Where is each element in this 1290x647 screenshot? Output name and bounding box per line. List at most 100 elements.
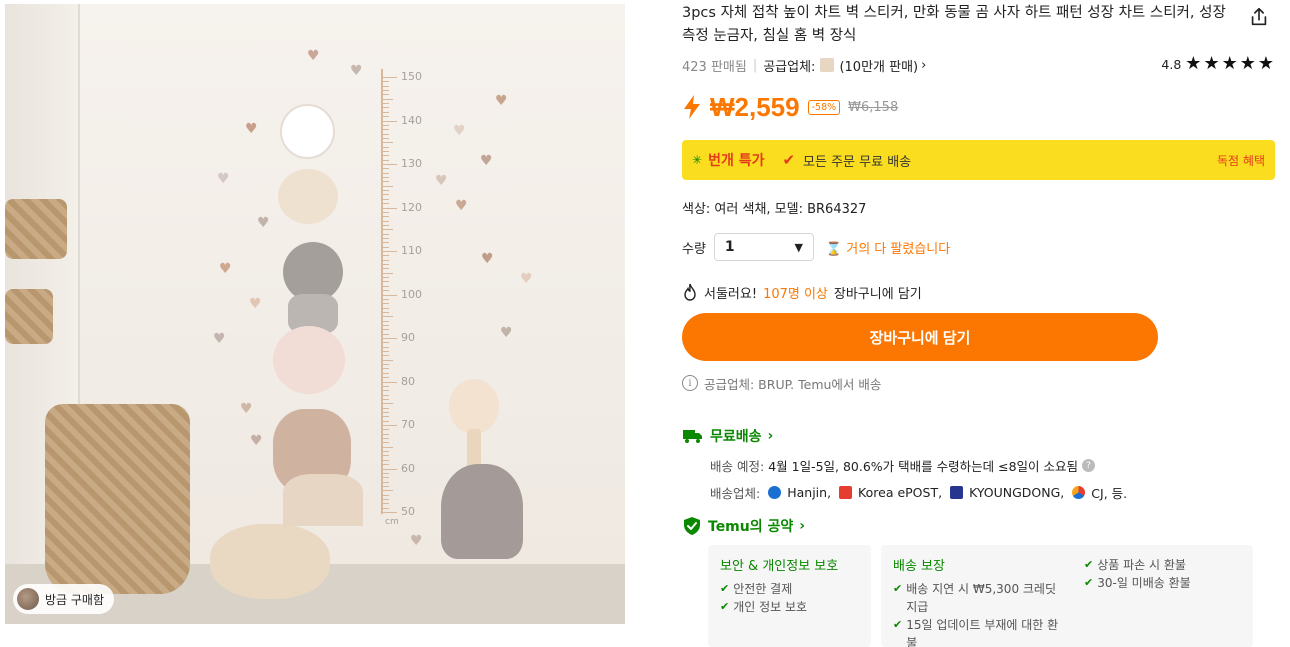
info-icon[interactable]: i (682, 375, 698, 391)
rating-value: 4.8 (1161, 56, 1182, 72)
low-stock-text: 거의 다 팔렸습니다 (846, 241, 951, 257)
help-icon[interactable]: ? (1082, 459, 1096, 472)
carrier-name: KYOUNGDONG, (969, 485, 1065, 500)
recent-purchase-badge[interactable]: 방금 구매함 (13, 584, 115, 614)
flash-sale-banner[interactable]: ✳ 번개 특가 ✔ 모든 주문 무료 배송 독점 혜택 (682, 140, 1275, 180)
ruler-tick (381, 372, 389, 374)
ruler-tick (381, 224, 389, 226)
carriers-label: 배송업체: (710, 486, 761, 501)
ruler-tick (381, 268, 389, 270)
ruler-tick (381, 259, 389, 261)
card-item: ✔ 15일 업데이트 부재에 대한 환불 (893, 616, 1068, 647)
cj-logo-icon (1072, 486, 1086, 499)
basket-illustration (5, 199, 67, 259)
ruler-tick (381, 398, 389, 400)
ruler-tick (381, 133, 389, 135)
check-icon: ✔ (893, 582, 903, 595)
fox-illustration (278, 169, 338, 224)
lightning-icon (684, 95, 700, 119)
card-columns: ✔ 배송 지연 시 ₩5,300 크레딧 지급 ✔ 15일 업데이트 부재에 대한 … (893, 558, 1241, 647)
ruler-tick-label: 50 (401, 505, 415, 518)
ruler-tick (381, 472, 389, 474)
card-column: ✔ 상품 파손 시 환불 ✔ 30-일 미배송 환불 (1084, 556, 1234, 647)
heart-decoration: ♥ (480, 153, 493, 169)
kyoungdong-logo-icon (950, 486, 964, 499)
ruler-tick (381, 103, 389, 105)
supplier-label: 공급업체: (763, 59, 816, 75)
delivery-guarantee-card[interactable]: 배송 보장 ✔ 배송 지연 시 ₩5,300 크레딧 지급 ✔ 15일 업데이트 부… (881, 545, 1253, 647)
heart-decoration: ♥ (250, 433, 263, 449)
temu-promise-heading[interactable]: Temu의 공약 › (682, 515, 805, 537)
supplier-logo-icon[interactable] (820, 58, 835, 72)
ruler-tick (381, 207, 397, 209)
star-icon: ★ (1203, 53, 1220, 74)
ruler-tick (381, 346, 389, 348)
ruler-tick (381, 359, 393, 361)
ruler-tick (381, 285, 389, 287)
supplier-sales-link[interactable]: (10만개 판매) (839, 56, 918, 75)
free-shipping-heading[interactable]: 무료배송 › (682, 425, 773, 447)
ruler-tick (381, 177, 389, 179)
ruler-tick (381, 485, 389, 487)
ruler-tick (381, 194, 389, 196)
current-price: ₩2,559 (710, 91, 800, 122)
product-image[interactable]: cm 150 140 130 120 110 100 90 80 70 60 50 ♥ ♥ ♥ ♥ … (5, 4, 625, 624)
rating[interactable]: 4.8 ★ ★ ★ ★ ★ (1161, 55, 1274, 73)
security-card[interactable]: 보안 & 개인정보 보호 ✔ 안전한 결제 ✔ 개인 정보 보호 (708, 545, 871, 647)
card-item-text: 배송 지연 시 ₩5,300 크레딧 지급 (906, 582, 1057, 614)
hippo-body-illustration (283, 474, 363, 526)
ruler-tick (381, 116, 389, 118)
ruler-tick (381, 85, 389, 87)
ruler-tick (381, 159, 389, 161)
ruler-tick-label: 80 (401, 374, 415, 388)
heart-decoration: ♥ (435, 173, 448, 189)
heart-decoration: ♥ (455, 198, 468, 214)
hurry-suffix: 장바구니에 담기 (833, 286, 922, 302)
heart-decoration: ♥ (219, 261, 232, 277)
ruler-tick (381, 507, 389, 509)
carrier-name: Hanjin, (787, 485, 832, 500)
ruler-tick (381, 311, 389, 313)
hanjin-logo-icon (768, 486, 782, 499)
chevron-right-icon[interactable]: › (921, 58, 926, 73)
ruler-tick (381, 181, 389, 183)
cart-count: 107명 이상 (763, 286, 828, 302)
flash-sale-label: 번개 특가 (708, 153, 765, 169)
divider: | (752, 57, 758, 73)
star-icon: ★ (1239, 53, 1256, 74)
ruler-tick (381, 468, 397, 470)
carriers-row: 배송업체: Hanjin, Korea ePOST, KYOUNGDONG, C… (710, 483, 1127, 502)
card-item-text: 15일 업데이트 부재에 대한 환불 (906, 618, 1059, 647)
quantity-select[interactable]: 1 ▼ (713, 233, 814, 261)
ruler-tick (381, 290, 389, 292)
ruler-tick (381, 512, 397, 513)
card-column: ✔ 배송 지연 시 ₩5,300 크레딧 지급 ✔ 15일 업데이트 부재에 대한 … (893, 580, 1068, 647)
ruler-tick (381, 233, 389, 235)
chevron-down-icon: ▼ (794, 240, 803, 254)
ruler-tick (381, 146, 389, 148)
card-item: ✔ 배송 지연 시 ₩5,300 크레딧 지급 (893, 580, 1068, 616)
check-icon: ✔ (1084, 558, 1094, 571)
ruler-tick-label: 100 (401, 287, 422, 301)
share-icon[interactable] (1248, 6, 1270, 28)
ruler-tick (381, 255, 389, 257)
ruler-tick (381, 203, 389, 205)
heart-decoration: ♥ (410, 533, 423, 549)
ruler-tick (381, 185, 393, 187)
ruler-tick (381, 385, 389, 387)
ruler-tick (381, 364, 389, 366)
ruler-tick (381, 429, 389, 431)
promise-cards: 보안 & 개인정보 보호 ✔ 안전한 결제 ✔ 개인 정보 보호 배송 보장 ✔ 배송… (708, 545, 1253, 647)
carrier-name: CJ, 등. (1091, 486, 1128, 501)
cat-illustration (283, 242, 343, 302)
add-to-cart-button[interactable]: 장바구니에 담기 (682, 313, 1158, 361)
hourglass-icon: ⌛ (825, 241, 843, 257)
heart-decoration: ♥ (350, 63, 363, 79)
ruler-tick (381, 442, 389, 444)
delivery-estimate-label: 배송 예정: (710, 459, 765, 474)
ruler-tick (381, 246, 389, 248)
low-stock-warning: ⌛ 거의 다 팔렸습니다 (826, 238, 950, 257)
heart-decoration: ♥ (495, 93, 508, 109)
ruler-tick (381, 307, 389, 309)
card-item-text: 개인 정보 보호 (733, 600, 808, 614)
